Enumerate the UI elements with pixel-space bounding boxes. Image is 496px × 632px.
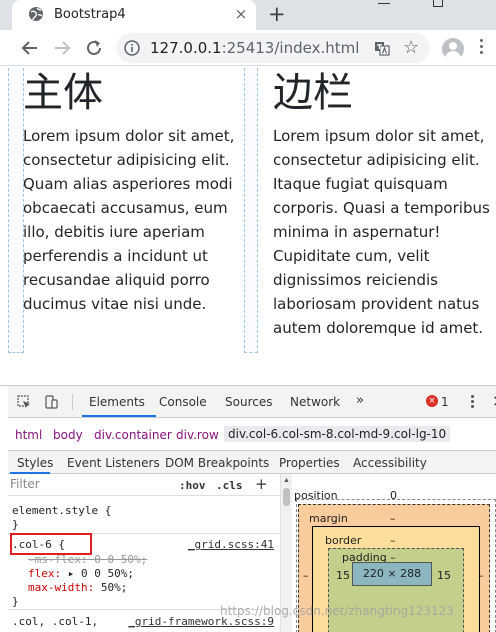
col-highlight-left	[8, 67, 24, 353]
max-width-declaration: max-width: 50%;	[28, 581, 127, 594]
breadcrumb-row[interactable]: div.row	[176, 428, 219, 442]
maximize-icon[interactable]	[433, 0, 443, 7]
url-text[interactable]: 127.0.0.1:25413/index.html	[150, 39, 359, 57]
margin-value[interactable]: –	[390, 512, 396, 525]
active-tab-indicator	[82, 415, 156, 417]
margin-right-value[interactable]: –	[478, 569, 484, 582]
url-host: 127.0.0.1	[150, 39, 222, 57]
page-viewport: 主体 Lorem ipsum dolor sit amet, consectet…	[0, 67, 496, 385]
reload-icon[interactable]	[83, 37, 105, 59]
devtools-close-icon[interactable]: ×	[492, 391, 496, 410]
flex-property[interactable]: flex:	[28, 567, 61, 580]
devtools-menu-icon[interactable]	[471, 395, 474, 410]
tab-close-icon[interactable]: ×	[233, 6, 249, 22]
breadcrumb-html[interactable]: html	[15, 428, 42, 442]
col-highlight-right	[244, 67, 258, 353]
tab-network[interactable]: Network	[290, 395, 340, 409]
globe-icon	[29, 7, 43, 21]
styles-filter-bar: Filter :hov .cls +	[8, 474, 280, 496]
back-arrow-icon[interactable]	[19, 37, 41, 59]
devtools-separator	[72, 394, 73, 410]
subtab-dom-breakpoints[interactable]: DOM Breakpoints	[165, 456, 269, 470]
styles-subtab-bar: Styles Event Listeners DOM Breakpoints P…	[8, 450, 496, 474]
browser-tab[interactable]: Bootstrap4 ×	[12, 0, 256, 30]
border-value[interactable]: –	[390, 534, 396, 547]
ms-flex-declaration[interactable]: -ms-flex: 0 0 50%;	[28, 553, 147, 566]
device-toolbar-icon[interactable]	[44, 395, 58, 409]
browser-toolbar: 127.0.0.1:25413/index.html ☆	[0, 30, 496, 66]
border-label: border	[325, 534, 362, 547]
flex-value[interactable]: ▸ 0 0 50%;	[61, 567, 134, 580]
box-model-content[interactable]: 220 × 288	[352, 562, 432, 586]
error-count[interactable]: 1	[441, 395, 449, 409]
breadcrumb-body[interactable]: body	[53, 428, 83, 442]
more-tabs-icon[interactable]: »	[356, 393, 364, 408]
main-heading: 主体	[23, 70, 103, 116]
tab-title: Bootstrap4	[54, 7, 126, 22]
breadcrumb-col[interactable]: div.col-6.col-sm-8.col-md-9.col-lg-10	[224, 426, 451, 442]
dom-breadcrumb: html body div.container div.row div.col-…	[8, 424, 496, 444]
col6-source-link[interactable]: _grid.scss:41	[188, 538, 274, 551]
inspect-element-icon[interactable]	[17, 395, 31, 409]
devtools-tab-bar: Elements Console Sources Network » × 1 ×	[8, 386, 496, 418]
new-tab-button[interactable]: +	[268, 2, 286, 26]
minimize-icon[interactable]	[378, 0, 390, 4]
tab-elements[interactable]: Elements	[89, 395, 145, 409]
error-icon[interactable]: ×	[426, 395, 438, 407]
sidebar-heading: 边栏	[273, 70, 353, 116]
sidebar-paragraph: Lorem ipsum dolor sit amet, consectetur …	[273, 127, 490, 337]
sidebar-column: 边栏 Lorem ipsum dolor sit amet, consectet…	[273, 67, 491, 340]
tab-console[interactable]: Console	[159, 395, 207, 409]
browser-menu-icon[interactable]	[480, 39, 484, 57]
browser-window: Bootstrap4 × + 127.0.0.1:25413/index.htm…	[0, 0, 496, 632]
tab-strip: Bootstrap4 × +	[0, 0, 496, 30]
avatar-head	[449, 42, 457, 50]
translate-icon[interactable]	[374, 40, 390, 56]
forward-arrow-icon[interactable]	[51, 37, 73, 59]
main-column: 主体 Lorem ipsum dolor sit amet, consectet…	[23, 67, 245, 316]
subtab-styles[interactable]: Styles	[17, 456, 53, 470]
tab-sources[interactable]: Sources	[225, 395, 272, 409]
class-toggle[interactable]: .cls	[216, 479, 243, 492]
info-icon[interactable]	[124, 40, 140, 56]
element-style-close: }	[12, 518, 19, 531]
devtools-panel: Elements Console Sources Network » × 1 ×…	[0, 385, 496, 632]
max-width-property[interactable]: max-width:	[28, 581, 94, 594]
padding-right-value[interactable]: 15	[437, 569, 451, 582]
margin-label: margin	[309, 512, 348, 525]
bookmark-star-icon[interactable]: ☆	[403, 37, 419, 58]
margin-left-value[interactable]: –	[303, 569, 309, 582]
col6-close: }	[12, 595, 19, 608]
flex-declaration: flex: ▸ 0 0 50%;	[28, 567, 134, 580]
new-rule-button[interactable]: +	[255, 475, 268, 493]
col6-selector[interactable]: .col-6 {	[12, 538, 65, 551]
hover-state-toggle[interactable]: :hov	[179, 479, 206, 492]
max-width-value[interactable]: 50%;	[94, 581, 128, 594]
styles-filter-input[interactable]: Filter	[10, 477, 170, 493]
main-paragraph: Lorem ipsum dolor sit amet, consectetur …	[23, 127, 235, 313]
scroll-up-icon[interactable]: ▲	[283, 477, 290, 484]
breadcrumb-container[interactable]: div.container	[94, 428, 172, 442]
padding-left-value[interactable]: 15	[336, 569, 350, 582]
next-rule-selector[interactable]: .col, .col-1,	[12, 615, 98, 628]
avatar-body	[445, 51, 461, 60]
watermark-text: https://blog.csdn.net/zhangting123123	[220, 604, 454, 618]
address-bar[interactable]: 127.0.0.1:25413/index.html ☆	[116, 33, 430, 63]
url-path: :25413/index.html	[221, 39, 360, 57]
element-style-selector[interactable]: element.style {	[12, 504, 111, 517]
profile-avatar[interactable]	[442, 38, 464, 60]
subtab-properties[interactable]: Properties	[279, 456, 340, 470]
subtab-accessibility[interactable]: Accessibility	[353, 456, 427, 470]
subtab-event-listeners[interactable]: Event Listeners	[67, 456, 160, 470]
scrollbar-thumb[interactable]	[283, 488, 290, 506]
